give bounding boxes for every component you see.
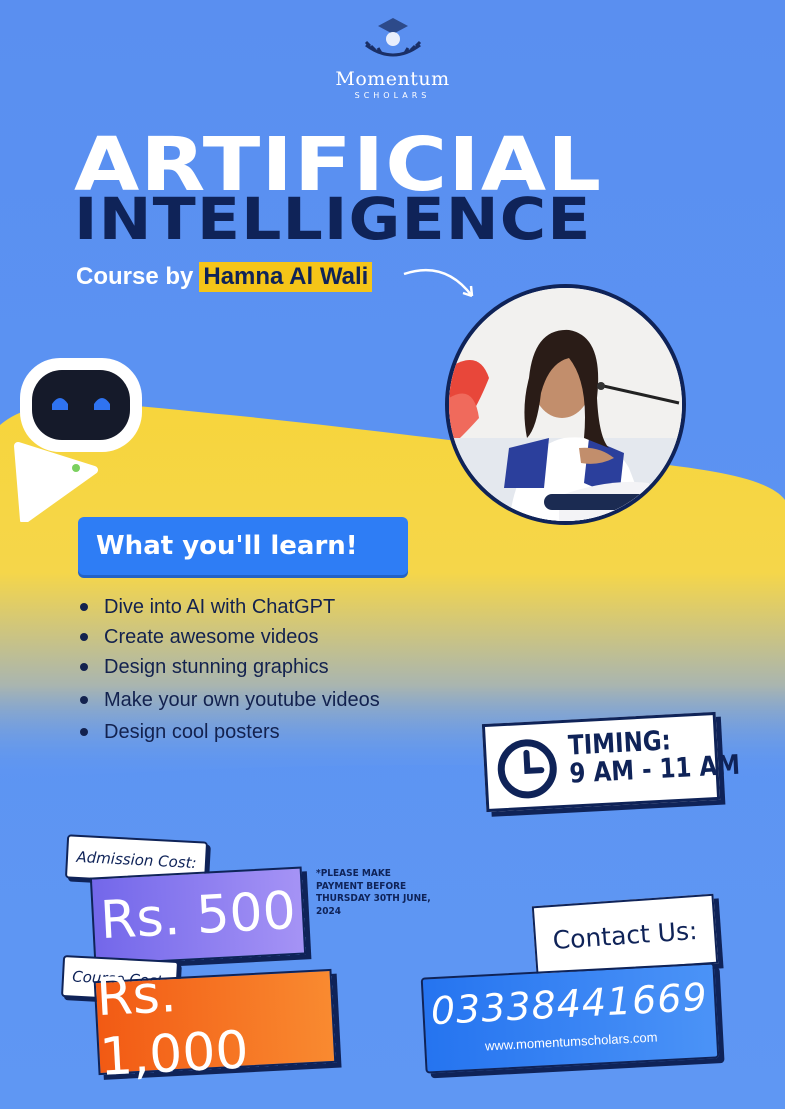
list-item-text: Create awesome videos <box>104 625 319 648</box>
course-byline: Course by Hamna Al Wali <box>76 262 373 292</box>
bullet-icon <box>80 728 88 736</box>
graduation-cap-laurel-icon <box>364 18 421 57</box>
bullet-icon <box>80 663 88 671</box>
instructor-photo-image <box>449 288 682 521</box>
instructor-name: Hamna Al Wali <box>199 262 373 292</box>
list-item-text: Design cool posters <box>104 720 280 743</box>
contact-box: 03338441669 www.momentumscholars.com <box>420 962 720 1074</box>
timing-value: 9 AM - 11 AM <box>568 750 741 790</box>
brand-name: Momentum <box>335 68 450 90</box>
list-item-text: Make your own youtube videos <box>104 688 380 711</box>
list-item: Create awesome videos <box>80 622 380 652</box>
brand-subtitle: SCHOLARS <box>354 91 431 100</box>
brand-logo: Momentum SCHOLARS <box>0 15 785 100</box>
list-item: Make your own youtube videos <box>80 685 380 715</box>
timing-text: TIMING: 9 AM - 11 AM <box>567 724 740 790</box>
instructor-photo <box>445 284 686 525</box>
list-item: Design cool posters <box>80 717 380 747</box>
list-item-text: Design stunning graphics <box>104 655 329 678</box>
timing-card: TIMING: 9 AM - 11 AM <box>481 711 741 813</box>
title-line-2: INTELLIGENCE <box>74 185 592 253</box>
bullet-icon <box>80 603 88 611</box>
list-item: Design stunning graphics <box>80 652 380 682</box>
byline-prefix: Course by <box>76 263 194 290</box>
curved-arrow-icon <box>403 268 474 298</box>
list-item: Dive into AI with ChatGPT <box>80 592 380 622</box>
course-cost-price: Rs. 1,000 <box>93 964 337 1088</box>
learn-heading: What you'll learn! <box>78 517 408 575</box>
clock-icon <box>497 739 557 799</box>
poster: Momentum SCHOLARS ARTIFICIAL INTELLIGENC… <box>0 0 785 1109</box>
bullet-icon <box>80 633 88 641</box>
list-item-text: Dive into AI with ChatGPT <box>104 595 336 618</box>
robot-icon <box>14 358 142 522</box>
admission-cost-price: Rs. 500 <box>89 866 307 966</box>
bullet-icon <box>80 696 88 704</box>
phone-number[interactable]: 03338441669 <box>423 974 715 1033</box>
payment-note: *PLEASE MAKE PAYMENT BEFORE THURSDAY 30T… <box>316 868 431 917</box>
learn-list: Dive into AI with ChatGPT Create awesome… <box>80 592 380 747</box>
